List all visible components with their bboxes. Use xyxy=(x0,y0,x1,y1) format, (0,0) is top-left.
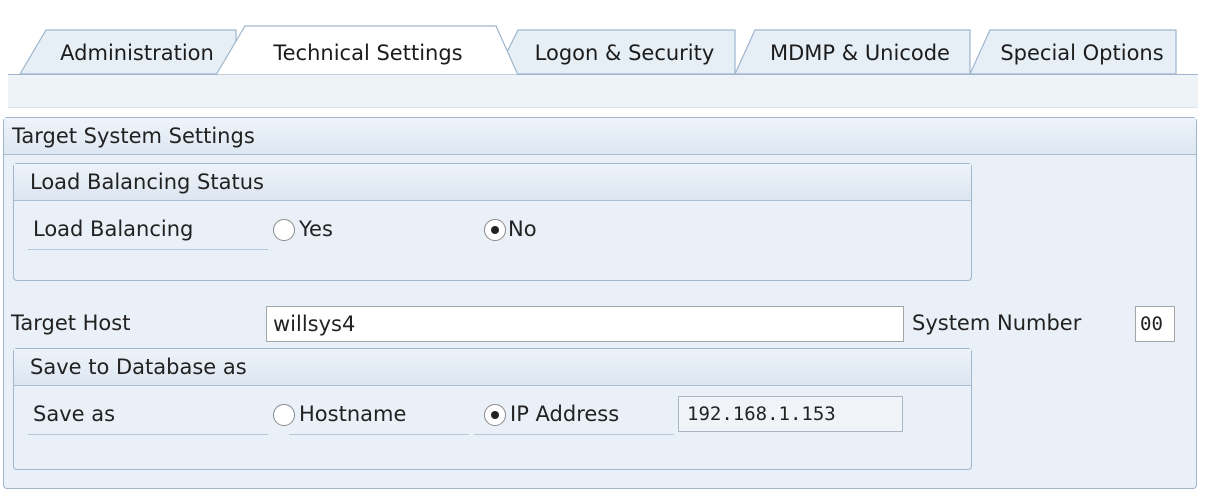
tab-special-options[interactable]: Special Options xyxy=(990,38,1174,68)
system-number-label: System Number xyxy=(912,311,1082,335)
save-to-database-title: Save to Database as xyxy=(30,355,247,379)
ip-address-underline xyxy=(474,434,674,435)
save-as-label-underline xyxy=(28,434,268,435)
save-as-label: Save as xyxy=(33,402,116,426)
target-system-settings-title: Target System Settings xyxy=(12,124,255,148)
tab-content-header xyxy=(8,75,1198,108)
target-system-settings-header: Target System Settings xyxy=(4,118,1196,155)
load-balancing-label: Load Balancing xyxy=(33,217,194,241)
tab-technical-settings[interactable]: Technical Settings xyxy=(246,38,490,68)
tab-strip: Administration Technical Settings Logon … xyxy=(0,0,1220,75)
load-balancing-yes-radio[interactable] xyxy=(273,219,295,241)
hostname-underline xyxy=(289,434,469,435)
save-as-ip-address-label[interactable]: IP Address xyxy=(510,399,619,429)
tab-administration[interactable]: Administration xyxy=(42,38,232,68)
save-as-hostname-label[interactable]: Hostname xyxy=(299,399,406,429)
save-as-ip-address-radio[interactable] xyxy=(484,404,506,426)
load-balancing-label-underline xyxy=(28,249,268,250)
load-balancing-no-radio[interactable] xyxy=(484,219,506,241)
target-host-label: Target Host xyxy=(11,311,131,335)
load-balancing-yes-label[interactable]: Yes xyxy=(299,214,333,244)
save-to-database-header: Save to Database as xyxy=(14,349,971,386)
system-number-input[interactable]: 00 xyxy=(1135,306,1175,342)
tab-logon-security[interactable]: Logon & Security xyxy=(518,38,731,68)
ip-address-value-field: 192.168.1.153 xyxy=(678,396,903,432)
target-host-input[interactable]: willsys4 xyxy=(266,306,904,342)
tab-mdmp-unicode[interactable]: MDMP & Unicode xyxy=(754,38,966,68)
load-balancing-no-label[interactable]: No xyxy=(508,214,537,244)
save-as-hostname-radio[interactable] xyxy=(273,404,295,426)
load-balancing-status-title: Load Balancing Status xyxy=(30,170,264,194)
load-balancing-status-group: Load Balancing Status Load Balancing Yes… xyxy=(13,163,972,281)
load-balancing-status-header: Load Balancing Status xyxy=(14,164,971,201)
target-system-settings-group: Target System Settings Load Balancing St… xyxy=(3,117,1197,489)
save-to-database-group: Save to Database as Save as Hostname IP … xyxy=(13,348,972,470)
